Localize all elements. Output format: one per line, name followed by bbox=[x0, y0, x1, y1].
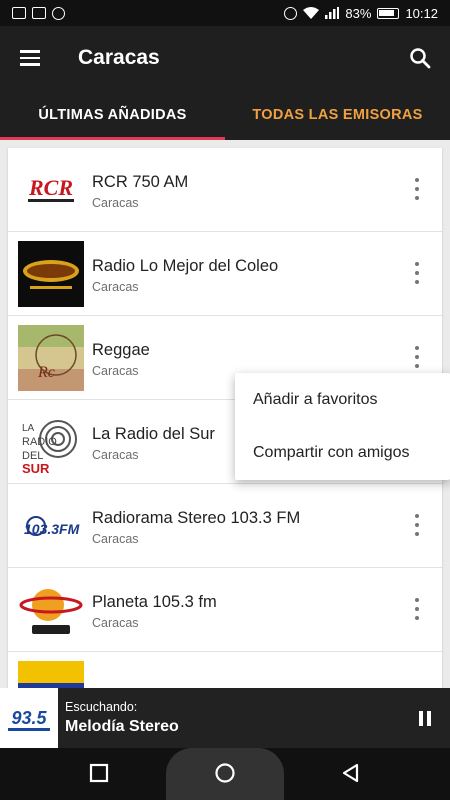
share-with-friends-menu-item[interactable]: Compartir con amigos bbox=[235, 426, 450, 479]
station-row[interactable]: Radio Lo Mejor del Coleo Caracas bbox=[8, 232, 442, 316]
system-nav-bar bbox=[0, 748, 450, 800]
station-row[interactable]: RCR RCR 750 AM Caracas bbox=[8, 148, 442, 232]
clock: 10:12 bbox=[405, 5, 438, 21]
station-row[interactable] bbox=[8, 652, 442, 688]
face-icon bbox=[52, 6, 65, 20]
rcr-logo-text: RCR bbox=[28, 175, 73, 200]
svg-text:LA: LA bbox=[22, 423, 35, 434]
tab-all-stations[interactable]: TODAS LAS EMISORAS bbox=[225, 90, 450, 140]
now-playing-logo: 93.5 bbox=[0, 688, 58, 748]
wifi-icon bbox=[303, 7, 320, 19]
pause-button[interactable] bbox=[400, 688, 450, 748]
reggae-logo-text: Rc bbox=[37, 364, 55, 381]
now-playing-bar[interactable]: 93.5 Escuchando: Melodía Stereo bbox=[0, 688, 450, 748]
battery-icon bbox=[377, 7, 400, 19]
more-options-button[interactable] bbox=[410, 598, 424, 620]
station-row[interactable]: Planeta 105.3 fm Caracas bbox=[8, 568, 442, 652]
more-options-button[interactable] bbox=[410, 262, 424, 284]
station-logo: RCR bbox=[18, 157, 84, 223]
hamburger-line bbox=[20, 63, 40, 66]
status-bar: 83% 10:12 bbox=[0, 0, 450, 26]
tab-bar: ÚLTIMAS AÑADIDAS TODAS LAS EMISORAS bbox=[0, 90, 450, 140]
pause-icon-bar bbox=[427, 710, 431, 726]
station-options-menu: Añadir a favoritos Compartir con amigos bbox=[235, 373, 450, 480]
radiorama-logo-text: 103.3FM bbox=[24, 521, 80, 537]
image-icon bbox=[32, 7, 46, 19]
signal-icon bbox=[325, 7, 340, 19]
search-button[interactable] bbox=[390, 26, 450, 90]
station-city: Caracas bbox=[92, 448, 139, 462]
svg-text:RADIO: RADIO bbox=[22, 436, 57, 448]
now-playing-label: Escuchando: bbox=[65, 700, 138, 714]
station-name: Reggae bbox=[92, 341, 150, 359]
player-logo-text: 93.5 bbox=[11, 708, 47, 728]
hamburger-icon bbox=[20, 50, 40, 53]
svg-text:SUR: SUR bbox=[22, 461, 50, 475]
back-icon[interactable] bbox=[340, 762, 362, 784]
more-options-button[interactable] bbox=[410, 514, 424, 536]
home-icon[interactable] bbox=[214, 762, 236, 784]
station-logo: 103.3FM bbox=[18, 493, 84, 559]
message-icon bbox=[12, 7, 26, 19]
station-name: Radiorama Stereo 103.3 FM bbox=[92, 509, 301, 527]
station-logo: Rc bbox=[18, 325, 84, 391]
station-city: Caracas bbox=[92, 532, 139, 546]
station-logo bbox=[18, 241, 84, 307]
app-bar: Caracas bbox=[0, 26, 450, 90]
station-name: RCR 750 AM bbox=[92, 173, 189, 191]
station-city: Caracas bbox=[92, 196, 139, 210]
menu-button[interactable] bbox=[0, 26, 60, 90]
alarm-icon bbox=[284, 6, 298, 20]
pause-icon bbox=[419, 710, 423, 726]
search-icon bbox=[410, 48, 431, 69]
station-logo bbox=[18, 661, 84, 688]
station-name: Radio Lo Mejor del Coleo bbox=[92, 257, 279, 275]
add-to-favorites-menu-item[interactable]: Añadir a favoritos bbox=[235, 373, 450, 426]
station-city: Caracas bbox=[92, 364, 139, 378]
station-row[interactable]: 103.3FM Radiorama Stereo 103.3 FM Caraca… bbox=[8, 484, 442, 568]
recents-icon[interactable] bbox=[88, 762, 110, 784]
more-options-button[interactable] bbox=[410, 178, 424, 200]
tab-latest[interactable]: ÚLTIMAS AÑADIDAS bbox=[0, 90, 225, 140]
page-title: Caracas bbox=[78, 46, 160, 69]
station-name: La Radio del Sur bbox=[92, 425, 215, 443]
battery-percent: 83% bbox=[345, 5, 372, 21]
hamburger-line bbox=[20, 56, 40, 60]
station-logo: LA RADIO DEL SUR bbox=[18, 409, 84, 475]
station-logo bbox=[18, 577, 84, 643]
station-name: Planeta 105.3 fm bbox=[92, 593, 217, 611]
more-options-button[interactable] bbox=[410, 346, 424, 368]
station-city: Caracas bbox=[92, 616, 139, 630]
now-playing-title: Melodía Stereo bbox=[65, 718, 179, 735]
station-city: Caracas bbox=[92, 280, 139, 294]
